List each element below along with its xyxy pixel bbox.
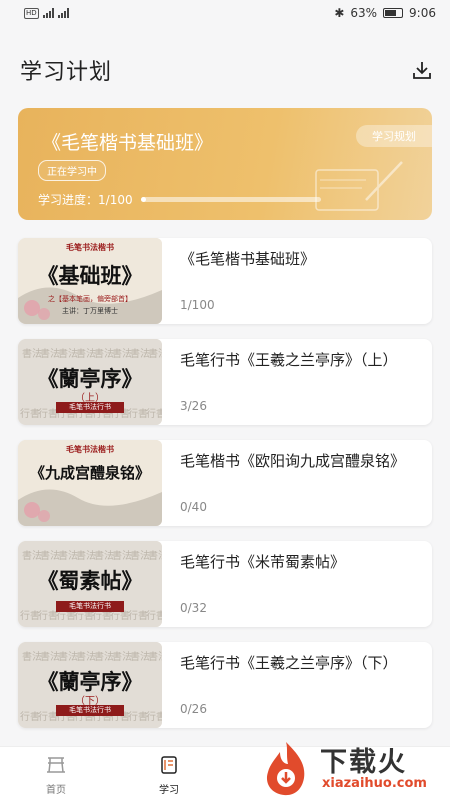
course-title: 毛笔行书《米芾蜀素帖》 <box>180 553 346 571</box>
battery-icon <box>383 8 404 18</box>
course-progress: 3/26 <box>180 399 207 413</box>
svg-text:行書: 行書 <box>146 710 162 723</box>
svg-text:書法: 書法 <box>58 549 78 562</box>
tab-home[interactable]: 首页 <box>26 755 86 796</box>
svg-text:書法: 書法 <box>40 650 60 663</box>
svg-text:行書: 行書 <box>128 609 148 622</box>
network-badge: HD <box>24 7 39 19</box>
course-progress: 0/32 <box>180 601 207 615</box>
svg-text:書法: 書法 <box>148 650 162 663</box>
book-icon <box>161 756 177 774</box>
svg-text:書法: 書法 <box>94 650 114 663</box>
svg-text:書法: 書法 <box>58 650 78 663</box>
header: 学习计划 <box>0 50 450 90</box>
svg-text:行書: 行書 <box>38 710 58 723</box>
svg-text:書法: 書法 <box>58 347 78 360</box>
cover-main-title: 《基础班》 <box>37 263 143 288</box>
cover-band-label: 毛笔书法行书 <box>56 705 124 716</box>
svg-text:書法: 書法 <box>40 347 60 360</box>
course-card[interactable]: 毛笔书法楷书 《基础班》 之【基本笔画，偏旁部首】 主讲：丁万里博士 《毛笔楷书基础班》… <box>18 238 432 324</box>
svg-text:書法: 書法 <box>148 549 162 562</box>
plan-progress-bar <box>140 197 321 202</box>
course-card[interactable]: 書法書法書法書法書法書法書法書法行書行書行書行書行書行書行書行書《蘭亭序》（上）… <box>18 339 432 425</box>
watermark: 下载火 xiazaihuo.com <box>256 738 442 798</box>
svg-text:行書: 行書 <box>146 609 162 622</box>
course-progress: 0/40 <box>180 500 207 514</box>
plan-progress-label: 学习进度： <box>38 193 99 207</box>
plan-title: 《毛笔楷书基础班》 <box>42 132 214 154</box>
svg-text:行書: 行書 <box>38 407 58 420</box>
svg-text:書法: 書法 <box>148 347 162 360</box>
svg-text:書法: 書法 <box>22 347 42 360</box>
course-progress: 0/26 <box>180 702 207 716</box>
svg-text:書法: 書法 <box>112 650 132 663</box>
cover-top-label: 毛笔书法楷书 <box>66 242 114 252</box>
signal-icon-2 <box>57 8 69 18</box>
svg-text:書法: 書法 <box>22 549 42 562</box>
svg-text:書法: 書法 <box>130 650 150 663</box>
cover-main-title: 《蜀素帖》 <box>37 568 143 593</box>
course-card[interactable]: 毛笔书法楷书 《九成宫醴泉铭》 毛笔楷书《欧阳询九成宫醴泉铭》 0/40 <box>18 440 432 526</box>
study-plan-button[interactable]: 学习规划 <box>356 125 432 147</box>
svg-text:書法: 書法 <box>40 549 60 562</box>
svg-text:行書: 行書 <box>38 609 58 622</box>
cover-author: 主讲：丁万里博士 <box>62 307 118 315</box>
scroll-brush-decoration <box>315 161 403 211</box>
course-cover-image: 書法書法書法書法書法書法書法書法行書行書行書行書行書行書行書行書《蜀素帖》毛笔书… <box>18 541 162 627</box>
flame-logo <box>266 742 305 796</box>
svg-text:書法: 書法 <box>22 650 42 663</box>
svg-text:書法: 書法 <box>130 347 150 360</box>
cover-band-label: 毛笔书法行书 <box>56 402 124 413</box>
status-right: ✱ 63% 9:06 <box>334 6 436 20</box>
svg-text:書法: 書法 <box>94 549 114 562</box>
course-title: 毛笔行书《王羲之兰亭序》（下） <box>180 654 398 672</box>
course-cover-image: 毛笔书法楷书《基础班》之【基本笔画，偏旁部首】 主讲：丁万里博士 <box>18 238 162 324</box>
cover-band-label: 毛笔书法行书 <box>56 601 124 612</box>
svg-text:行書: 行書 <box>128 407 148 420</box>
watermark-text: 下载火 <box>320 747 407 778</box>
course-progress: 1/100 <box>180 298 215 312</box>
svg-text:行書: 行書 <box>20 609 40 622</box>
cover-subtitle: 之【基本笔画，偏旁部首】 <box>48 295 132 303</box>
svg-text:行書: 行書 <box>20 407 40 420</box>
course-cover-image: 書法書法書法書法書法書法書法書法行書行書行書行書行書行書行書行書《蘭亭序》（下）… <box>18 642 162 728</box>
status-left: HD <box>24 7 69 19</box>
course-title: 《毛笔楷书基础班》 <box>180 250 316 268</box>
tab-study[interactable]: 学习 <box>139 755 199 796</box>
course-card[interactable]: 書法書法書法書法書法書法書法書法行書行書行書行書行書行書行書行書《蘭亭序》（下）… <box>18 642 432 728</box>
course-cover-image: 書法書法書法書法書法書法書法書法行書行書行書行書行書行書行書行書《蘭亭序》（上）… <box>18 339 162 425</box>
course-cover-image: 毛笔书法楷书《九成宫醴泉铭》 <box>18 440 162 526</box>
course-title: 毛笔行书《王羲之兰亭序》（上） <box>180 351 398 369</box>
watermark-url: xiazaihuo.com <box>322 776 427 791</box>
svg-text:書法: 書法 <box>130 549 150 562</box>
svg-text:行書: 行書 <box>20 710 40 723</box>
svg-text:書法: 書法 <box>76 650 96 663</box>
bluetooth-icon: ✱ <box>334 6 345 20</box>
svg-text:書法: 書法 <box>76 549 96 562</box>
current-plan-card[interactable]: 《毛笔楷书基础班》 正在学习中 学习进度： 1/100 学习规划 <box>18 108 432 220</box>
tab-home-label: 首页 <box>46 785 66 796</box>
plan-status-badge: 正在学习中 <box>38 160 106 181</box>
course-card[interactable]: 書法書法書法書法書法書法書法書法行書行書行書行書行書行書行書行書《蜀素帖》毛笔书… <box>18 541 432 627</box>
course-title: 毛笔楷书《欧阳询九成宫醴泉铭》 <box>180 452 406 470</box>
battery-percent: 63% <box>350 6 378 20</box>
plan-progress-row: 学习进度： 1/100 <box>38 191 321 208</box>
svg-text:書法: 書法 <box>112 347 132 360</box>
plan-progress-fill <box>140 197 146 202</box>
page-title: 学习计划 <box>20 60 113 85</box>
signal-icon <box>42 8 54 18</box>
svg-text:行書: 行書 <box>146 407 162 420</box>
tab-study-label: 学习 <box>159 785 179 796</box>
download-icon[interactable] <box>412 60 432 80</box>
status-bar: HD ✱ 63% 9:06 <box>0 0 450 26</box>
svg-text:行書: 行書 <box>128 710 148 723</box>
home-icon <box>47 757 65 773</box>
cover-top-label: 毛笔书法楷书 <box>66 444 114 454</box>
svg-text:書法: 書法 <box>112 549 132 562</box>
plan-progress-value: 1/100 <box>98 192 133 207</box>
cover-main-title: 《九成宫醴泉铭》 <box>29 464 150 482</box>
svg-text:書法: 書法 <box>94 347 114 360</box>
clock: 9:06 <box>409 6 436 20</box>
svg-text:書法: 書法 <box>76 347 96 360</box>
